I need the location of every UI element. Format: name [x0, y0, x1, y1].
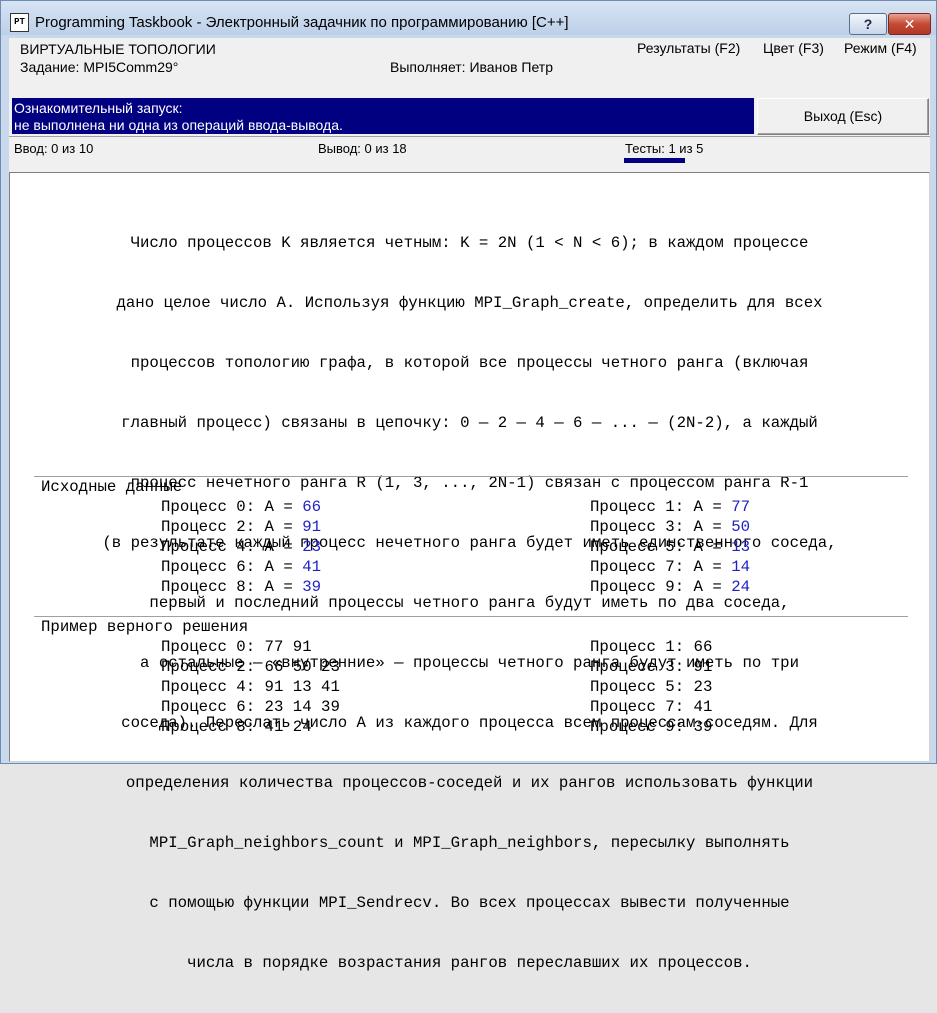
color-menu-item[interactable]: Цвет (F3) [763, 40, 824, 56]
input-row: Процесс 6: A = 41 [161, 557, 321, 577]
info-panel: ВИРТУАЛЬНЫЕ ТОПОЛОГИИ Задание: MPI5Comm2… [9, 38, 930, 95]
app-icon[interactable]: PT [10, 13, 29, 32]
client-area: ВИРТУАЛЬНЫЕ ТОПОЛОГИИ Задание: MPI5Comm2… [9, 38, 930, 972]
task-line: Число процессов K является четным: K = 2… [130, 234, 809, 252]
task-content-area: Число процессов K является четным: K = 2… [9, 172, 930, 972]
task-line: главный процесс) связаны в цепочку: 0 — … [121, 414, 818, 432]
output-counter: Вывод: 0 из 18 [318, 141, 407, 156]
input-row: Процесс 9: A = 24 [590, 577, 750, 597]
example-row: Процесс 7: 41 [590, 698, 713, 716]
input-row: Процесс 0: A = 66 [161, 497, 321, 517]
results-menu-item[interactable]: Результаты (F2) [637, 40, 740, 56]
process-label: Процесс 9: A = [590, 578, 732, 596]
example-row: Процесс 3: 91 [590, 658, 713, 676]
process-label: Процесс 4: A = [161, 538, 303, 556]
title-bar[interactable]: PT Programming Taskbook - Электронный за… [1, 1, 936, 35]
example-row: Процесс 1: 66 [590, 638, 713, 656]
process-value: 23 [302, 538, 322, 556]
input-section-title: Исходные данные [41, 478, 183, 496]
process-label: Процесс 3: A = [590, 518, 732, 536]
input-row: Процесс 2: A = 91 [161, 517, 321, 537]
input-row: Процесс 8: A = 39 [161, 577, 321, 597]
task-line: числа в порядке возрастания рангов перес… [187, 954, 752, 972]
example-row: Процесс 4: 91 13 41 [161, 678, 340, 696]
task-line: первый и последний процессы четного ранг… [149, 594, 790, 612]
process-label: Процесс 0: A = [161, 498, 303, 516]
example-row: Процесс 0: 77 91 [161, 638, 312, 656]
tests-progress-indicator [624, 158, 685, 163]
process-value: 50 [731, 518, 751, 536]
task-line: дано целое число A. Используя функцию MP… [116, 294, 823, 312]
task-group-title: ВИРТУАЛЬНЫЕ ТОПОЛОГИИ [20, 41, 216, 57]
process-value: 14 [731, 558, 751, 576]
process-label: Процесс 7: A = [590, 558, 732, 576]
example-row: Процесс 5: 23 [590, 678, 713, 696]
tests-counter: Тесты: 1 из 5 [625, 141, 704, 156]
exit-button[interactable]: Выход (Esc) [757, 98, 929, 135]
task-formulation: Число процессов K является четным: K = 2… [10, 193, 929, 1013]
input-counter: Ввод: 0 из 10 [14, 141, 94, 156]
help-button[interactable]: ? [849, 13, 887, 35]
example-row: Процесс 2: 66 50 23 [161, 658, 340, 676]
input-row: Процесс 7: A = 14 [590, 557, 750, 577]
process-value: 66 [302, 498, 322, 516]
process-value: 13 [731, 538, 751, 556]
task-line: процессов топологию графа, в которой все… [130, 354, 809, 372]
app-window: PT Programming Taskbook - Электронный за… [0, 0, 937, 972]
task-line: соседа). Переслать число A из каждого пр… [121, 714, 818, 732]
input-row: Процесс 5: A = 13 [590, 537, 750, 557]
input-row: Процесс 1: A = 77 [590, 497, 750, 517]
status-line-2: не выполнена ни одна из операций ввода-в… [14, 117, 343, 133]
process-value: 41 [302, 558, 322, 576]
task-line: MPI_Graph_neighbors_count и MPI_Graph_ne… [149, 834, 790, 852]
task-line: определения количества процессов-соседей… [125, 774, 814, 792]
input-row: Процесс 3: A = 50 [590, 517, 750, 537]
process-label: Процесс 2: A = [161, 518, 303, 536]
status-message-panel: Ознакомительный запуск: не выполнена ни … [12, 98, 754, 134]
example-row: Процесс 9: 39 [590, 718, 713, 736]
mode-menu-item[interactable]: Режим (F4) [844, 40, 917, 56]
task-line: (в результате каждый процесс нечетного р… [102, 534, 837, 552]
task-name: Задание: MPI5Comm29° [20, 59, 179, 75]
process-value: 91 [302, 518, 322, 536]
task-line: с помощью функции MPI_Sendrecv. Во всех … [149, 894, 790, 912]
input-row: Процесс 4: A = 23 [161, 537, 321, 557]
counters-bar: Ввод: 0 из 10 Вывод: 0 из 18 Тесты: 1 из… [9, 136, 930, 171]
process-label: Процесс 8: A = [161, 578, 303, 596]
process-value: 77 [731, 498, 751, 516]
process-label: Процесс 1: A = [590, 498, 732, 516]
process-label: Процесс 5: A = [590, 538, 732, 556]
close-button[interactable]: ✕ [888, 13, 931, 35]
status-line-1: Ознакомительный запуск: [14, 100, 183, 116]
student-name: Выполняет: Иванов Петр [390, 59, 554, 75]
example-row: Процесс 6: 23 14 39 [161, 698, 340, 716]
process-value: 39 [302, 578, 322, 596]
example-section-title: Пример верного решения [41, 618, 249, 636]
window-title: Programming Taskbook - Электронный задач… [35, 14, 569, 31]
process-value: 24 [731, 578, 751, 596]
example-row: Процесс 8: 41 24 [161, 718, 312, 736]
process-label: Процесс 6: A = [161, 558, 303, 576]
task-line: а остальные — «внутренние» — процессы че… [140, 654, 799, 672]
